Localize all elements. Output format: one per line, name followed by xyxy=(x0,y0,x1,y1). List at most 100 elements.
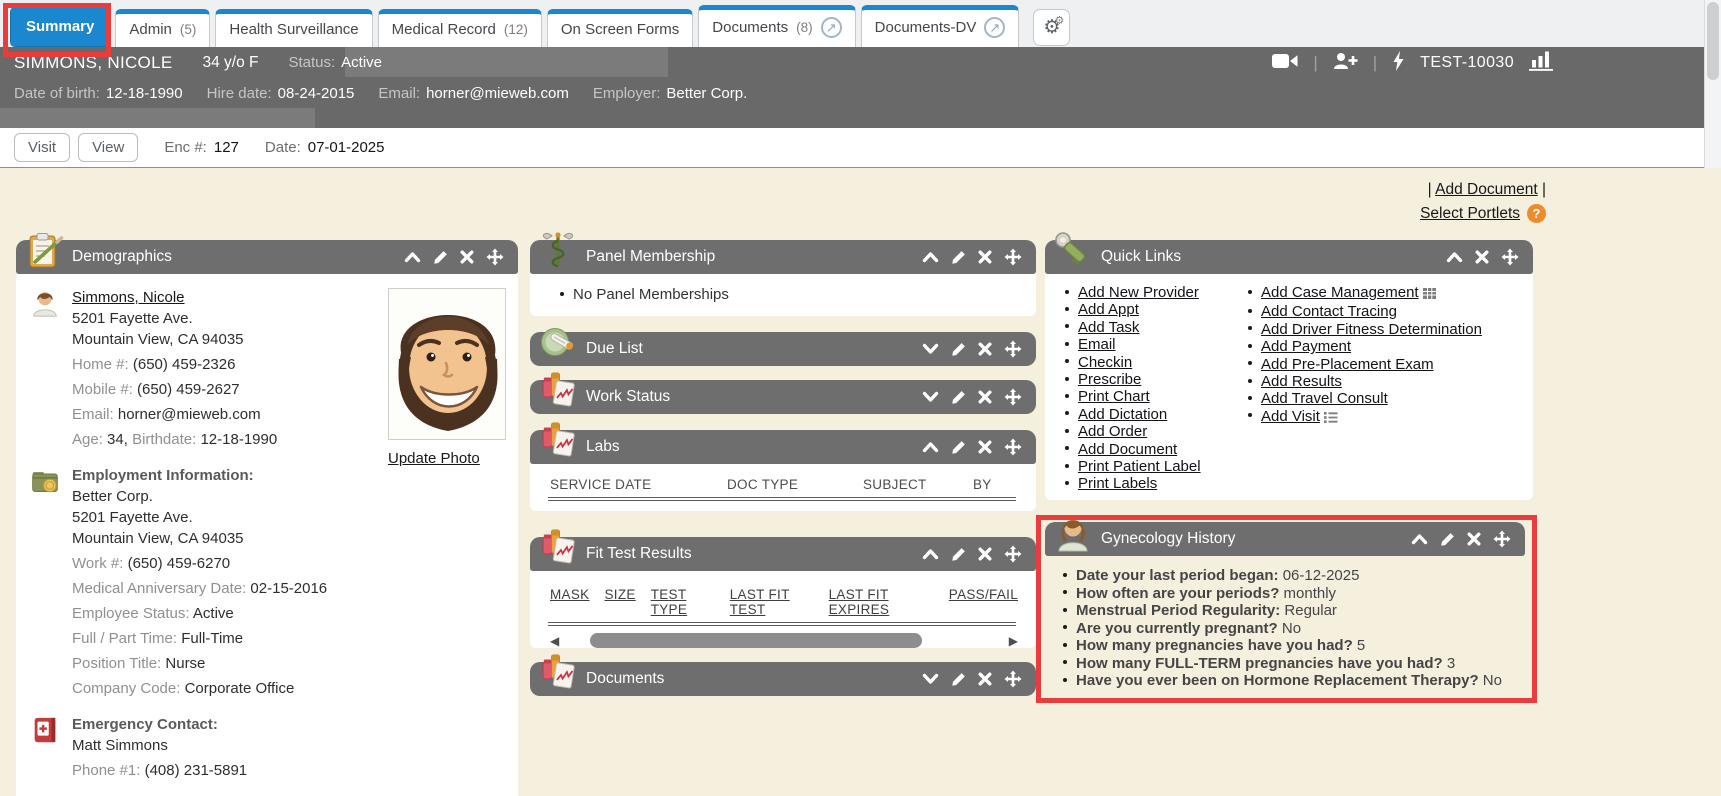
edit-icon[interactable] xyxy=(951,390,966,405)
quick-link-add-task[interactable]: Add Task xyxy=(1078,319,1139,336)
move-icon[interactable] xyxy=(1004,340,1022,358)
quick-link-add-driver-fitness[interactable]: Add Driver Fitness Determination xyxy=(1261,321,1482,338)
edit-icon[interactable] xyxy=(951,440,966,455)
expand-icon[interactable] xyxy=(922,391,939,403)
tab-admin[interactable]: Admin(5) xyxy=(115,9,210,47)
quick-link-add-order[interactable]: Add Order xyxy=(1078,423,1147,440)
quick-link-checkin[interactable]: Checkin xyxy=(1078,354,1132,371)
close-icon[interactable] xyxy=(978,672,992,686)
tab-summary-label: Summary xyxy=(26,18,94,35)
move-icon[interactable] xyxy=(1004,545,1022,563)
page-scrollbar[interactable] xyxy=(1704,0,1721,168)
quick-link-add-contact-tracing[interactable]: Add Contact Tracing xyxy=(1261,303,1397,320)
edit-icon[interactable] xyxy=(1440,532,1455,547)
quick-links-portlet-header: Quick Links xyxy=(1045,240,1533,274)
patient-photo[interactable] xyxy=(388,288,506,440)
collapse-icon[interactable] xyxy=(1411,533,1428,545)
edit-icon[interactable] xyxy=(951,547,966,562)
tab-medical-record[interactable]: Medical Record(12) xyxy=(378,9,542,47)
update-photo-link[interactable]: Update Photo xyxy=(388,450,480,467)
popout-icon[interactable]: ↗ xyxy=(821,17,842,38)
caduceus-icon xyxy=(538,231,578,271)
move-icon[interactable] xyxy=(486,248,504,266)
quick-link-add-case-management[interactable]: Add Case Management xyxy=(1261,284,1419,301)
tab-documents-dv[interactable]: Documents-DV↗ xyxy=(861,5,1020,47)
edit-icon[interactable] xyxy=(951,250,966,265)
mobile-phone: (650) 459-2627 xyxy=(137,381,240,398)
tab-health-surveillance[interactable]: Health Surveillance xyxy=(215,9,372,47)
close-icon[interactable] xyxy=(978,440,992,454)
fit-test-hscrollbar-thumb[interactable] xyxy=(590,633,922,648)
popout-icon[interactable]: ↗ xyxy=(984,17,1005,38)
quick-link-add-results[interactable]: Add Results xyxy=(1261,373,1342,390)
patient-name-link[interactable]: Simmons, Nicole xyxy=(72,289,185,306)
quick-link-add-new-provider[interactable]: Add New Provider xyxy=(1078,284,1199,301)
collapse-icon[interactable] xyxy=(922,251,939,263)
collapse-icon[interactable] xyxy=(922,548,939,560)
video-camera-icon[interactable] xyxy=(1272,53,1298,73)
fit-col-mask[interactable]: MASK xyxy=(550,587,589,617)
tab-documents[interactable]: Documents(8)↗ xyxy=(698,5,855,47)
quick-link-print-labels[interactable]: Print Labels xyxy=(1078,475,1157,492)
edit-icon[interactable] xyxy=(951,342,966,357)
quick-link-add-dictation[interactable]: Add Dictation xyxy=(1078,406,1167,423)
close-icon[interactable] xyxy=(978,342,992,356)
fit-test-hscrollbar[interactable] xyxy=(566,633,1002,648)
close-icon[interactable] xyxy=(978,250,992,264)
female-avatar-icon xyxy=(30,288,60,318)
quick-link-add-payment[interactable]: Add Payment xyxy=(1261,338,1351,355)
close-icon[interactable] xyxy=(460,250,474,264)
fit-col-pass-fail[interactable]: PASS/FAIL xyxy=(949,587,1018,617)
view-button[interactable]: View xyxy=(78,133,138,162)
page-scrollbar-thumb[interactable] xyxy=(1707,2,1719,80)
lightning-bolt-icon[interactable] xyxy=(1392,51,1405,75)
add-document-link[interactable]: Add Document xyxy=(1435,181,1538,198)
move-icon[interactable] xyxy=(1004,670,1022,688)
tab-settings-button[interactable]: ⚙⚙ xyxy=(1033,9,1070,46)
collapse-icon[interactable] xyxy=(404,251,421,263)
quick-link-print-chart[interactable]: Print Chart xyxy=(1078,388,1150,405)
collapse-icon[interactable] xyxy=(922,441,939,453)
move-icon[interactable] xyxy=(1004,438,1022,456)
tab-on-screen-forms[interactable]: On Screen Forms xyxy=(547,9,693,47)
move-icon[interactable] xyxy=(1501,248,1519,266)
bar-chart-icon[interactable] xyxy=(1529,50,1554,75)
move-icon[interactable] xyxy=(1493,530,1511,548)
expand-icon[interactable] xyxy=(922,673,939,685)
quick-link-prescribe[interactable]: Prescribe xyxy=(1078,371,1141,388)
move-icon[interactable] xyxy=(1004,248,1022,266)
clipboard-pencil-icon xyxy=(24,231,64,271)
quick-link-print-patient-label[interactable]: Print Patient Label xyxy=(1078,458,1201,475)
quick-link-email[interactable]: Email xyxy=(1078,336,1116,353)
close-icon[interactable] xyxy=(978,547,992,561)
employer-name: Better Corp. xyxy=(72,486,327,507)
fit-col-test-type[interactable]: TEST TYPE xyxy=(651,587,715,617)
fit-col-size[interactable]: SIZE xyxy=(604,587,635,617)
edit-icon[interactable] xyxy=(433,250,448,265)
close-icon[interactable] xyxy=(1475,250,1489,264)
edit-icon[interactable] xyxy=(951,672,966,687)
move-icon[interactable] xyxy=(1004,388,1022,406)
patient-age-sex: 34 y/o F xyxy=(202,54,258,72)
scroll-left-icon[interactable]: ◀ xyxy=(550,634,559,648)
help-icon[interactable]: ? xyxy=(1527,204,1546,223)
quick-link-add-travel-consult[interactable]: Add Travel Consult xyxy=(1261,390,1388,407)
fit-col-last-fit-expires[interactable]: LAST FIT EXPIRES xyxy=(829,587,934,617)
home-phone: (650) 459-2326 xyxy=(133,356,236,373)
scroll-right-icon[interactable]: ▶ xyxy=(1009,634,1018,648)
expand-icon[interactable] xyxy=(922,343,939,355)
quick-link-add-pre-placement-exam[interactable]: Add Pre-Placement Exam xyxy=(1261,356,1434,373)
gyn-answer: monthly xyxy=(1284,585,1337,602)
tab-summary[interactable]: Summary xyxy=(10,7,110,47)
collapse-icon[interactable] xyxy=(1446,251,1463,263)
quick-link-add-visit[interactable]: Add Visit xyxy=(1261,408,1320,425)
visit-button[interactable]: Visit xyxy=(14,133,70,162)
close-icon[interactable] xyxy=(1467,532,1481,546)
fit-col-last-fit-test[interactable]: LAST FIT TEST xyxy=(730,587,814,617)
add-person-icon[interactable] xyxy=(1333,52,1358,74)
quick-link-add-document[interactable]: Add Document xyxy=(1078,441,1177,458)
close-icon[interactable] xyxy=(978,390,992,404)
select-portlets-link[interactable]: Select Portlets xyxy=(1420,205,1520,223)
quick-link-add-appt[interactable]: Add Appt xyxy=(1078,301,1139,318)
table-rule xyxy=(548,622,1016,626)
